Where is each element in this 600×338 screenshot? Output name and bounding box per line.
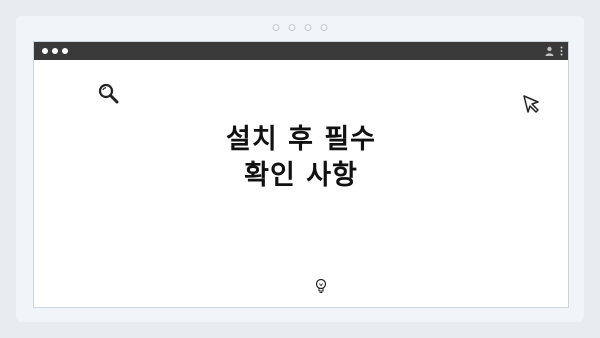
window-controls: [42, 48, 68, 54]
maximize-button[interactable]: [62, 48, 68, 54]
frame-dot: [272, 24, 280, 31]
frame-dot: [288, 24, 296, 31]
cursor-icon: [523, 95, 539, 113]
frame-dots: [272, 24, 328, 31]
page-title-line-1: 설치 후 필수: [226, 124, 376, 155]
outer-frame: 설치 후 필수 확인 사항: [16, 16, 584, 322]
page-title: 설치 후 필수 확인 사항: [34, 122, 568, 194]
minimize-button[interactable]: [52, 48, 58, 54]
window-titlebar: [34, 42, 568, 60]
browser-window: 설치 후 필수 확인 사항: [33, 41, 569, 308]
search-icon: [98, 83, 119, 104]
page-title-line-2: 확인 사항: [244, 160, 358, 191]
profile-icon[interactable]: [545, 46, 554, 56]
close-button[interactable]: [42, 48, 48, 54]
page-content: 설치 후 필수 확인 사항: [34, 60, 568, 307]
kebab-menu-icon[interactable]: [560, 46, 563, 56]
frame-dot: [320, 24, 328, 31]
lightbulb-icon: [315, 278, 327, 293]
frame-dot: [304, 24, 312, 31]
